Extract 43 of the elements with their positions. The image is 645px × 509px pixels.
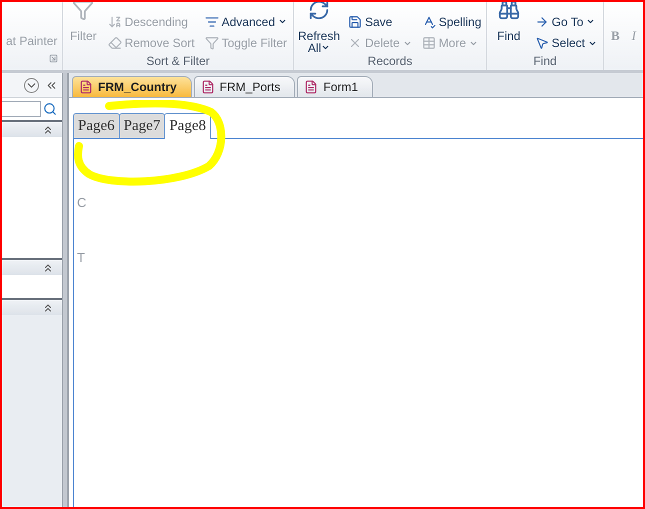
sort-descending-icon <box>108 14 122 29</box>
form-icon <box>304 80 318 94</box>
refresh-button[interactable]: Refresh All <box>298 2 340 54</box>
dialog-launcher-icon[interactable] <box>49 54 58 63</box>
funnel-icon <box>204 36 219 50</box>
form-icon <box>79 80 93 94</box>
caret-icon <box>321 43 330 52</box>
document-tab[interactable]: FRM_Country <box>72 76 192 97</box>
eraser-icon <box>108 36 122 50</box>
table-icon <box>422 36 436 50</box>
search-icon[interactable] <box>43 102 57 116</box>
filter-list-icon <box>204 14 219 29</box>
nav-section-header[interactable] <box>2 120 62 137</box>
arrow-right-icon <box>534 14 549 29</box>
chevrons-icon <box>42 302 54 314</box>
group-label: Records <box>366 54 414 70</box>
ribbon-command[interactable]: Select <box>532 32 599 54</box>
form-icon <box>200 80 215 94</box>
document-tab[interactable]: Form1 <box>297 76 374 97</box>
dropdown-icon[interactable] <box>24 78 39 92</box>
field-label: T <box>77 250 85 265</box>
ribbon-command[interactable]: Spelling <box>420 11 484 32</box>
chevrons-icon <box>42 262 54 274</box>
nav-section-header[interactable] <box>2 258 62 275</box>
page-tab[interactable]: Page6 <box>73 113 120 138</box>
funnel-icon <box>72 2 94 21</box>
page-tab[interactable]: Page8 <box>164 113 212 139</box>
save-icon <box>348 14 362 29</box>
refresh-icon <box>308 2 330 21</box>
find-button[interactable]: Find <box>491 2 527 54</box>
ribbon-command[interactable]: Save <box>346 11 414 32</box>
page-tab[interactable]: Page7 <box>118 113 166 138</box>
search-field[interactable] <box>2 101 41 117</box>
nav-section-header[interactable] <box>2 298 62 315</box>
ribbon-command[interactable]: Advanced <box>202 11 289 32</box>
group-label: Find <box>532 54 558 70</box>
pointer-icon <box>534 36 549 50</box>
document-tab[interactable]: FRM_Ports <box>194 76 296 97</box>
field-label: C <box>77 195 86 210</box>
group-label: Sort & Filter <box>145 54 211 70</box>
chevrons-icon <box>42 124 54 136</box>
binoculars-icon <box>498 2 520 21</box>
ribbon-command[interactable]: Go To <box>532 11 599 32</box>
